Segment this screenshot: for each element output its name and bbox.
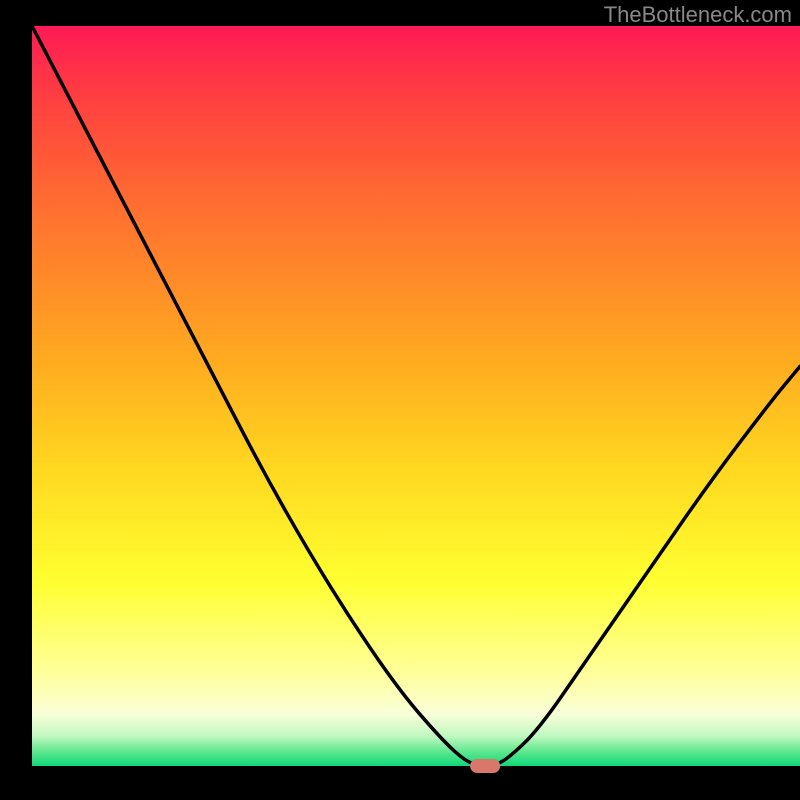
- plot-background: [32, 26, 800, 766]
- watermark-text: TheBottleneck.com: [604, 2, 792, 28]
- optimal-marker: [470, 759, 500, 773]
- chart-svg: [0, 0, 800, 800]
